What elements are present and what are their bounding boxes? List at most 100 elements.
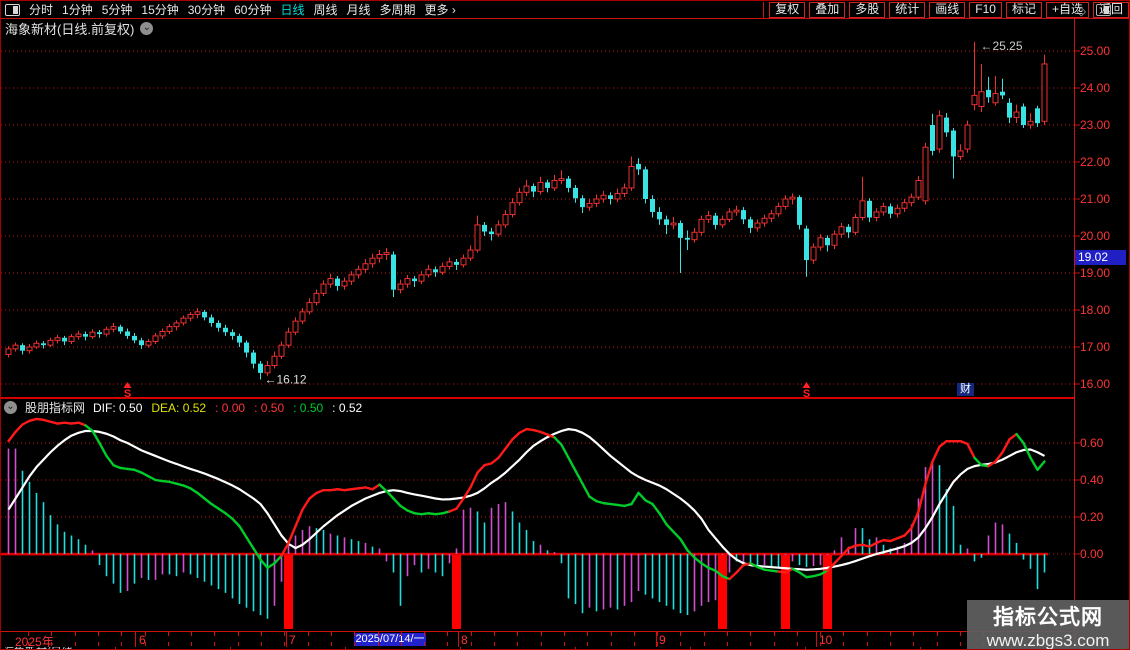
axis-tick — [238, 642, 239, 646]
candle-body-up — [474, 224, 481, 251]
candle-body-down — [230, 332, 235, 336]
axis-tick — [98, 632, 99, 636]
axis-tick — [494, 642, 495, 646]
dif-line-segment — [231, 517, 241, 528]
watermark: 指标公式网 www.zbgs3.com — [967, 600, 1129, 649]
dif-line-segment — [14, 423, 24, 434]
candle-body-up — [110, 326, 117, 330]
candle-body-up — [271, 355, 278, 366]
candle-body-up — [166, 326, 173, 332]
candle-body-up — [495, 224, 502, 235]
axis-tick — [121, 642, 122, 646]
candle-body-up — [698, 218, 705, 233]
signal-bar — [284, 555, 293, 629]
dif-line-segment — [294, 508, 304, 528]
axis-tick — [331, 632, 332, 636]
candle-body-down — [125, 331, 130, 336]
candle-body-up — [971, 94, 978, 106]
candle-body-up — [320, 283, 327, 294]
month-label-7: 7 — [289, 633, 296, 647]
chevron-down-icon[interactable]: ⌄ — [4, 401, 17, 414]
axis-tick — [797, 642, 798, 646]
axis-tick — [937, 632, 938, 636]
axis-tick — [797, 632, 798, 636]
dif-line-segment — [581, 482, 591, 498]
dif-line-segment — [560, 443, 570, 459]
axis-tick — [424, 632, 425, 636]
candle-body-down — [412, 278, 417, 282]
axis-tick — [308, 642, 309, 646]
axis-tick — [447, 632, 448, 636]
dif-line-segment — [511, 431, 521, 441]
axis-tick — [913, 632, 914, 636]
candle-body-up — [103, 328, 110, 335]
watermark-title: 指标公式网 — [993, 605, 1103, 629]
candle-body-up — [964, 124, 971, 150]
candle-body-up — [397, 283, 404, 291]
candle-body-up — [278, 344, 285, 357]
axis-tick — [517, 642, 518, 646]
dif-line-segment — [637, 491, 647, 502]
axis-tick — [284, 632, 285, 636]
dif-line-segment — [700, 562, 710, 570]
candle-body-down — [636, 163, 641, 170]
axis-tick — [191, 642, 192, 646]
dif-line-segment — [917, 482, 927, 513]
candle-body-up — [691, 231, 698, 241]
candle-body-up — [817, 237, 824, 248]
candle-body-down — [132, 335, 137, 341]
candle-body-up — [789, 196, 796, 200]
candle-body-up — [75, 333, 82, 338]
dif-line-segment — [728, 571, 738, 581]
axis-tick — [168, 642, 169, 646]
candle-body-down — [748, 219, 753, 228]
axis-tick — [774, 632, 775, 636]
candle-body-down — [804, 228, 809, 261]
axis-tick — [890, 632, 891, 636]
candle-body-down — [643, 169, 648, 199]
candle-body-down — [216, 322, 221, 328]
candle-body-up — [1013, 111, 1020, 119]
candle-body-down — [1035, 108, 1040, 124]
dif-line-segment — [966, 442, 976, 459]
candle-body-up — [551, 180, 558, 189]
candle-body-down — [489, 231, 494, 235]
dif-line-segment — [630, 491, 640, 506]
candle-body-up — [439, 265, 446, 273]
candle-body-down — [209, 317, 214, 323]
dif-line-segment — [903, 526, 913, 537]
candle-body-down — [797, 197, 802, 225]
price-tick-24.00: 24.00 — [1080, 81, 1111, 95]
x-axis[interactable]: 2025年 2025/07/14/一 6 7 8 9 10 — [1, 631, 1074, 649]
dif-line-segment — [973, 456, 983, 467]
dif-line-segment — [469, 471, 479, 489]
candle-body-up — [12, 344, 19, 350]
candle-body-down — [650, 199, 655, 212]
candle-body-down — [202, 311, 207, 318]
candle-body-up — [810, 246, 817, 261]
candle-body-up — [754, 222, 761, 229]
candle-body-up — [908, 196, 915, 204]
dif-line-segment — [217, 507, 227, 515]
axis-tick — [890, 642, 891, 646]
chart-canvas[interactable]: ←25.25←16.12S S — [1, 1, 1130, 650]
dif-line-segment — [931, 445, 941, 463]
indicator-value-5: : 0.52 — [332, 400, 363, 415]
indicator-name[interactable]: 股朋指标网 — [25, 399, 85, 416]
axis-tick — [401, 632, 402, 636]
candle-body-down — [545, 182, 550, 188]
axis-tick — [564, 642, 565, 646]
dif-line-segment — [798, 571, 808, 579]
date-badge: 2025/07/14/一 — [354, 633, 426, 646]
axis-tick — [168, 632, 169, 636]
dif-line-segment — [672, 530, 682, 541]
candle-body-up — [614, 192, 621, 200]
candle-body-down — [251, 352, 256, 364]
dif-line-segment — [1029, 456, 1039, 472]
axis-tick — [214, 632, 215, 636]
candle-body-up — [355, 268, 362, 276]
dif-line-segment — [1036, 460, 1046, 472]
axis-tick — [564, 632, 565, 636]
candle-body-up — [593, 198, 600, 204]
month-label-10: 10 — [819, 633, 833, 647]
